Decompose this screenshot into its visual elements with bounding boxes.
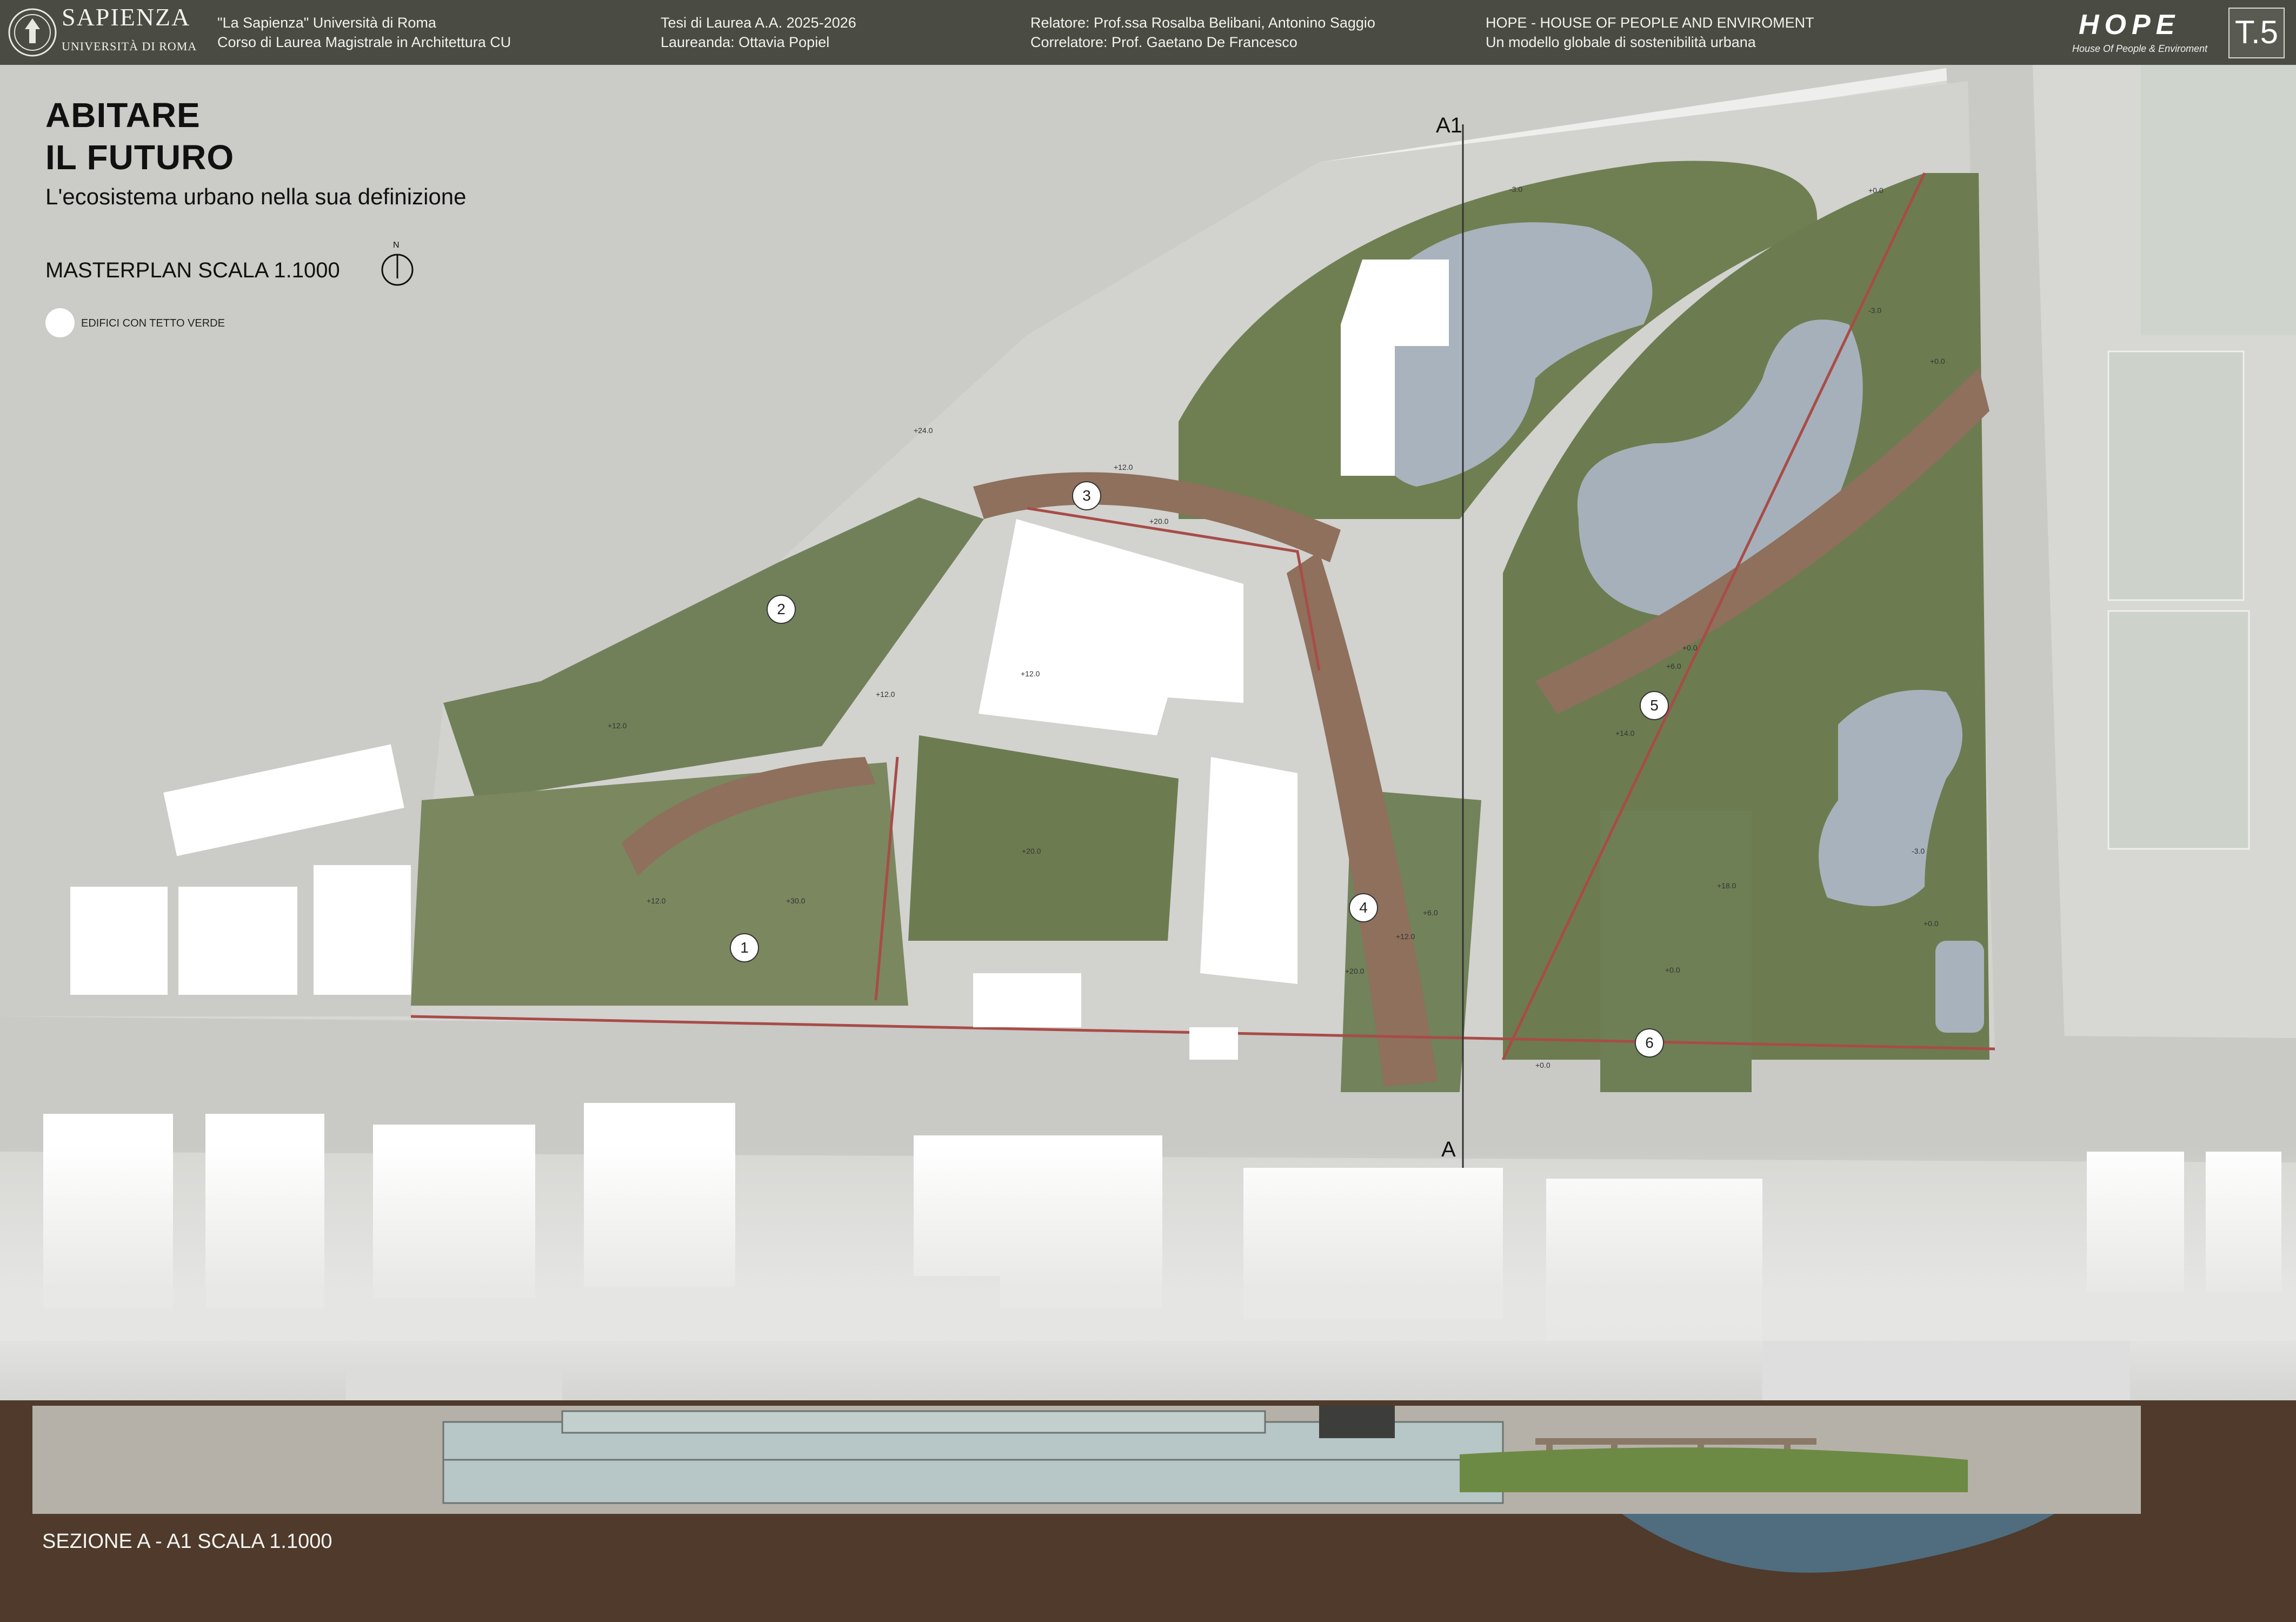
north-arrow-icon [381,254,414,286]
sports-field [2107,350,2245,601]
elevation-label: +14.0 [1615,729,1635,737]
elevation-label: +12.0 [1021,669,1040,678]
elevation-label: +6.0 [1423,908,1438,917]
course-line-2: Corso di Laurea Magistrale in Architettu… [217,34,511,50]
zone-marker-6: 6 [1635,1028,1664,1058]
green-roof-building [1189,1027,1238,1060]
sports-field [2107,610,2250,850]
masterplan-scale-label: MASTERPLAN SCALA 1.1000 [45,258,340,282]
elevation-label: +20.0 [1345,967,1365,975]
section-green-slope [1460,1447,1968,1492]
elevation-label: +24.0 [914,426,933,435]
elevation-label: +0.0 [1682,643,1698,652]
elevation-label: +12.0 [1396,932,1415,941]
table-code-badge: T.5 [2228,8,2285,58]
section-label-a: A [1441,1138,1456,1161]
masterplan-map [0,65,2296,1622]
elevation-label: +12.0 [1114,463,1133,471]
elevation-label: +12.0 [876,690,895,699]
park-area-6 [1600,811,1752,1092]
zone-marker-2: 2 [767,595,796,624]
green-roof-building [973,973,1081,1027]
elevation-label: +0.0 [1924,919,1939,928]
advisor-line-2: Correlatore: Prof. Gaetano De Francesco [1030,34,1297,50]
hope-logo: HOPE House Of People & Enviroment [2068,9,2225,58]
green-roof-building [1200,757,1297,984]
elevation-label: +20.0 [1149,517,1169,526]
green-roof-legend-label: EDIFICI CON TETTO VERDE [81,317,225,329]
park-area-1 [411,762,908,1006]
project-line-2: Un modello globale di sostenibilità urba… [1486,34,1756,50]
elevation-label: -3.0 [1509,185,1523,194]
elevation-label: +12.0 [647,896,666,905]
zone-marker-1: 1 [730,933,759,962]
header-bar: SAPIENZA UNIVERSITÀ DI ROMA "La Sapienza… [0,0,2296,65]
section-label-a1: A1 [1436,114,1462,137]
north-label: N [393,241,400,250]
zone-marker-3: 3 [1072,481,1101,510]
title-line-1: ABITARE [45,96,201,135]
zone-marker-4: 4 [1349,893,1378,922]
sapienza-seal-icon [8,8,57,57]
green-roof-legend-swatch-icon [45,308,75,337]
elevation-label: -3.0 [1912,847,1925,855]
elevation-label: +20.0 [1022,847,1041,855]
elevation-label: +0.0 [1868,186,1884,195]
zone-marker-5: 5 [1640,691,1669,720]
elevation-label: +12.0 [608,721,627,730]
course-line-1: "La Sapienza" Università di Roma [217,15,436,31]
section-glass-building [442,1406,1504,1504]
advisor-line-1: Relatore: Prof.ssa Rosalba Belibani, Ant… [1030,15,1375,31]
sports-field [2141,65,2296,335]
elevation-label: +30.0 [786,896,806,905]
hope-logo-word: HOPE [2079,9,2180,41]
elevation-label: +0.0 [1535,1061,1550,1069]
hope-logo-tagline: House Of People & Enviroment [2072,43,2208,54]
elevation-label: +6.0 [1666,662,1681,670]
elevation-label: +18.0 [1717,881,1736,890]
title-line-2: IL FUTURO [45,138,235,177]
thesis-line-1: Tesi di Laurea A.A. 2025-2026 [661,15,856,31]
university-subtitle: UNIVERSITÀ DI ROMA [62,39,197,53]
thesis-line-2: Laureanda: Ottavia Popiel [661,34,830,50]
elevation-label: +0.0 [1665,966,1680,974]
university-name: SAPIENZA [62,3,191,31]
project-line-1: HOPE - HOUSE OF PEOPLE AND ENVIROMENT [1486,15,1814,31]
elevation-label: -3.0 [1868,306,1882,315]
subtitle: L'ecosistema urbano nella sua definizion… [45,184,467,209]
pond-small [1935,941,1984,1033]
elevation-label: +0.0 [1930,357,1945,365]
section-title: SEZIONE A - A1 SCALA 1.1000 [42,1530,332,1553]
